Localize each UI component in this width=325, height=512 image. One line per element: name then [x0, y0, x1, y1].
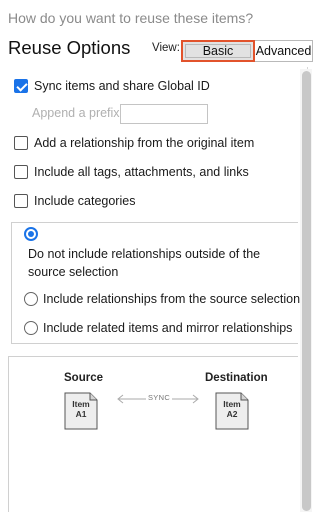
view-label: View:: [152, 42, 180, 54]
relationship-radio-mirror[interactable]: [24, 321, 38, 335]
destination-item-line1: Item: [223, 399, 241, 409]
prefix-input[interactable]: [120, 104, 208, 124]
sync-items-option[interactable]: Sync items and share Global ID: [14, 79, 210, 93]
relationship-label-none[interactable]: Do not include relationships outside of …: [28, 245, 293, 281]
include-categories-checkbox[interactable]: [14, 194, 28, 208]
relationship-label-mirror: Include related items and mirror relatio…: [43, 321, 293, 335]
include-categories-label: Include categories: [34, 194, 136, 208]
relationship-radio-none[interactable]: [24, 227, 38, 241]
sync-label: SYNC: [148, 393, 171, 402]
include-tags-option[interactable]: Include all tags, attachments, and links: [14, 165, 249, 179]
view-basic-label: Basic: [202, 44, 234, 58]
scrollbar-thumb[interactable]: [302, 71, 311, 511]
reuse-question: How do you want to reuse these items?: [8, 10, 254, 26]
include-tags-checkbox[interactable]: [14, 165, 28, 179]
source-label: Source: [64, 372, 103, 384]
add-relationship-checkbox[interactable]: [14, 136, 28, 150]
sync-items-checkbox[interactable]: [14, 79, 28, 93]
prefix-label: Append a prefix: [32, 106, 120, 120]
sync-items-label: Sync items and share Global ID: [34, 79, 210, 93]
relationship-option-mirror[interactable]: Include related items and mirror relatio…: [24, 321, 292, 335]
view-advanced-label: Advanced: [255, 44, 312, 58]
relationship-label-source: Include relationships from the source se…: [43, 292, 301, 306]
include-categories-option[interactable]: Include categories: [14, 194, 135, 208]
add-relationship-label: Add a relationship from the original ite…: [34, 136, 255, 150]
relationship-radio-source[interactable]: [24, 292, 38, 306]
include-tags-label: Include all tags, attachments, and links: [34, 165, 249, 179]
page-title: Reuse Options: [8, 37, 131, 58]
relationship-option-source[interactable]: Include relationships from the source se…: [24, 292, 300, 306]
destination-item-line2: A2: [226, 409, 238, 419]
view-basic-button[interactable]: Basic: [181, 40, 255, 62]
add-relationship-option[interactable]: Add a relationship from the original ite…: [14, 136, 254, 150]
view-advanced-button[interactable]: Advanced: [255, 40, 313, 62]
destination-label: Destination: [205, 372, 268, 384]
source-item-line2: A1: [75, 409, 87, 419]
source-item-line1: Item: [72, 399, 90, 409]
